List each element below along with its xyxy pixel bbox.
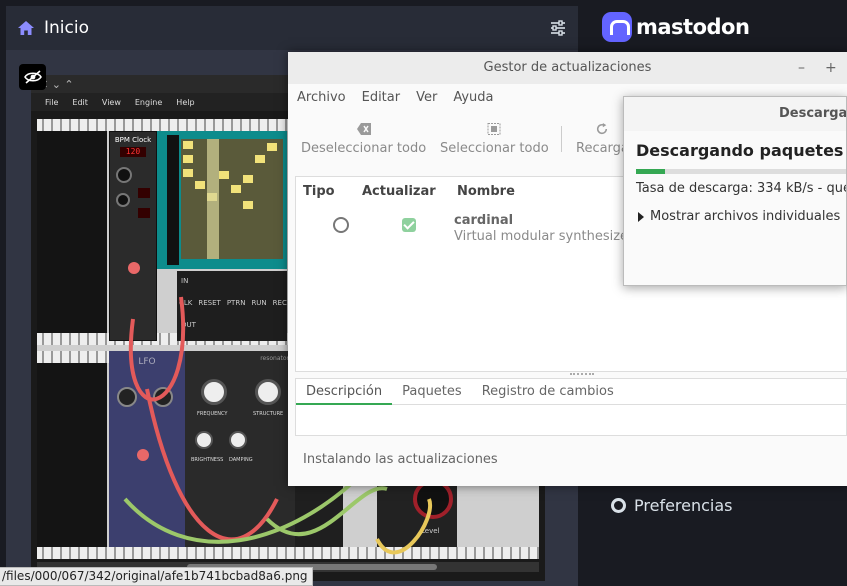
column-header: Inicio [6, 6, 578, 50]
select-all-label: Seleccionar todo [440, 141, 549, 156]
column-name[interactable]: Nombre [457, 184, 515, 199]
tab-description[interactable]: Descripción [296, 379, 393, 405]
column-title[interactable]: Inicio [44, 18, 89, 38]
nav-item-label: Preferencias [634, 496, 733, 515]
update-checkbox[interactable] [402, 218, 416, 232]
minimize-icon[interactable]: – [798, 60, 805, 76]
tab-changelog[interactable]: Registro de cambios [472, 379, 624, 405]
pane-resize-handle[interactable] [570, 373, 594, 375]
menu-ayuda[interactable]: Ayuda [453, 90, 493, 105]
status-url: /files/000/067/342/original/afe1b741bcba… [0, 567, 313, 586]
refresh-icon [597, 123, 608, 135]
dialog-heading: Descargando paquetes [636, 141, 844, 160]
package-name: cardinal [454, 213, 514, 228]
globe-icon [333, 217, 349, 233]
menu-ver[interactable]: Ver [416, 90, 437, 105]
deselect-all-label: Deseleccionar todo [301, 141, 427, 156]
cardinal-menu-engine: Engine [134, 97, 163, 107]
mastodon-logo-text: mastodon [636, 15, 750, 39]
menubar: Archivo Editar Ver Ayuda [297, 90, 494, 105]
column-settings-icon[interactable] [550, 20, 566, 36]
mastodon-logo-icon [602, 12, 632, 42]
home-icon [18, 21, 34, 35]
select-all-button[interactable]: Seleccionar todo [440, 123, 549, 156]
gear-icon [611, 498, 626, 513]
nav-item-preferences[interactable]: Preferencias [611, 496, 733, 515]
dialog-title: Descargando [779, 106, 847, 121]
package-description: Virtual modular synthesizer [454, 229, 634, 244]
toolbar-separator [561, 126, 562, 152]
expander-arrow-icon [638, 211, 644, 222]
download-dialog: Descargando Descargando paquetes Tasa de… [623, 96, 847, 286]
download-rate: Tasa de descarga: 334 kB/s - quedan [636, 181, 846, 196]
expander-label: Mostrar archivos individuales [650, 209, 841, 224]
eye-slash-icon [23, 70, 42, 84]
cardinal-menu-file: File [45, 97, 59, 107]
tab-bar: Descripción Paquetes Registro de cambios [296, 379, 846, 405]
deselect-all-button[interactable]: Deseleccionar todo [301, 123, 426, 156]
clear-icon [356, 123, 371, 135]
select-all-icon [487, 123, 501, 135]
mastodon-logo[interactable]: mastodon [602, 12, 750, 42]
menu-editar[interactable]: Editar [362, 90, 401, 105]
show-files-expander[interactable]: Mostrar archivos individuales [638, 209, 840, 224]
cardinal-menu-help: Help [176, 97, 195, 107]
refresh-button[interactable]: Recarga [576, 123, 629, 156]
cardinal-menu-view: View [101, 97, 121, 107]
download-progress-bar [636, 169, 846, 174]
dialog-body: Descargando paquetes Tasa de descarga: 3… [624, 131, 846, 285]
status-text: Instalando las actualizaciones [303, 452, 498, 467]
tab-packages[interactable]: Paquetes [392, 379, 472, 405]
menu-archivo[interactable]: Archivo [297, 90, 346, 105]
details-pane: Descripción Paquetes Registro de cambios [295, 378, 847, 436]
hide-media-button[interactable] [19, 64, 46, 90]
refresh-label: Recarga [576, 141, 629, 156]
cardinal-menu-edit: Edit [72, 97, 88, 107]
column-type[interactable]: Tipo [303, 184, 335, 199]
column-update[interactable]: Actualizar [362, 184, 436, 199]
download-progress-fill [636, 169, 665, 174]
window-title: Gestor de actualizaciones [288, 52, 847, 84]
maximize-icon[interactable]: + [825, 60, 837, 76]
